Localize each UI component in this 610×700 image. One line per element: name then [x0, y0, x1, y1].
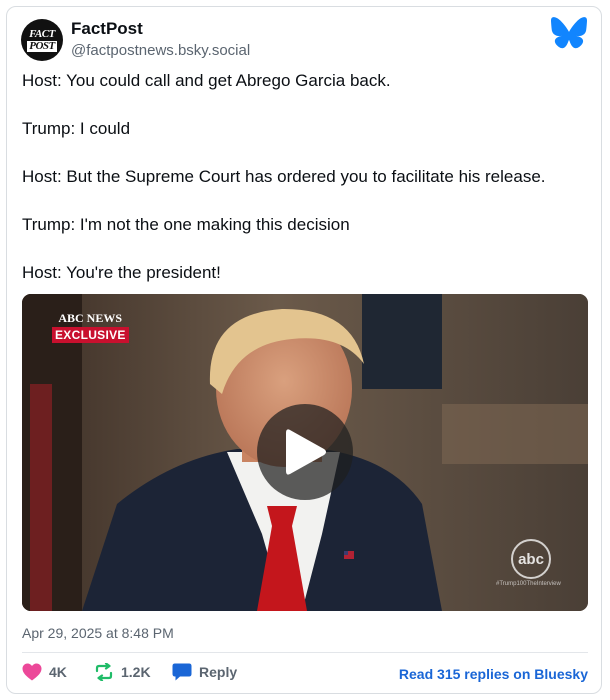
like-button[interactable]: 4K [22, 663, 67, 681]
reply-bubble-icon [172, 663, 192, 681]
abc-watermark: abc [511, 539, 551, 579]
like-count: 4K [49, 664, 67, 680]
reply-button[interactable]: Reply [172, 663, 237, 681]
avatar-text-line2: POST [27, 39, 57, 52]
post-actions: 4K 1.2K Reply Read 315 replies on Bluesk… [22, 663, 588, 685]
post-timestamp[interactable]: Apr 29, 2025 at 8:48 PM [22, 625, 174, 641]
avatar[interactable]: FACT POST [21, 19, 63, 61]
author-handle[interactable]: @factpostnews.bsky.social [71, 42, 250, 59]
factpost-logo: FACT POST [27, 25, 57, 55]
post-line: Trump: I'm not the one making this decis… [22, 215, 350, 234]
network-label: ABC NEWS [58, 311, 122, 325]
repost-button[interactable]: 1.2K [94, 663, 151, 681]
repost-count: 1.2K [121, 664, 151, 680]
author-name[interactable]: FactPost [71, 19, 143, 39]
repost-icon [95, 663, 113, 681]
bluesky-butterfly-icon[interactable] [551, 17, 587, 49]
video-hashtag: #Trump100TheInterview [496, 581, 561, 587]
reply-label: Reply [199, 664, 238, 680]
exclusive-badge: EXCLUSIVE [52, 327, 129, 343]
divider [22, 652, 588, 653]
post-line: Host: But the Supreme Court has ordered … [22, 167, 546, 186]
heart-icon [22, 663, 42, 681]
post-text: Host: You could call and get Abrego Garc… [22, 69, 592, 309]
post-card: FACT POST FactPost @factpostnews.bsky.so… [6, 6, 602, 694]
video-player[interactable]: ABC NEWS EXCLUSIVE abc #Trump100TheInter… [22, 294, 588, 611]
play-icon [286, 429, 326, 475]
abc-news-exclusive-bug: ABC NEWS EXCLUSIVE [52, 311, 129, 344]
play-button[interactable] [257, 404, 353, 500]
avatar-text-line1: FACT [29, 27, 55, 40]
read-replies-link[interactable]: Read 315 replies on Bluesky [399, 666, 588, 682]
post-line: Host: You could call and get Abrego Garc… [22, 71, 391, 90]
post-line: Trump: I could [22, 119, 131, 138]
